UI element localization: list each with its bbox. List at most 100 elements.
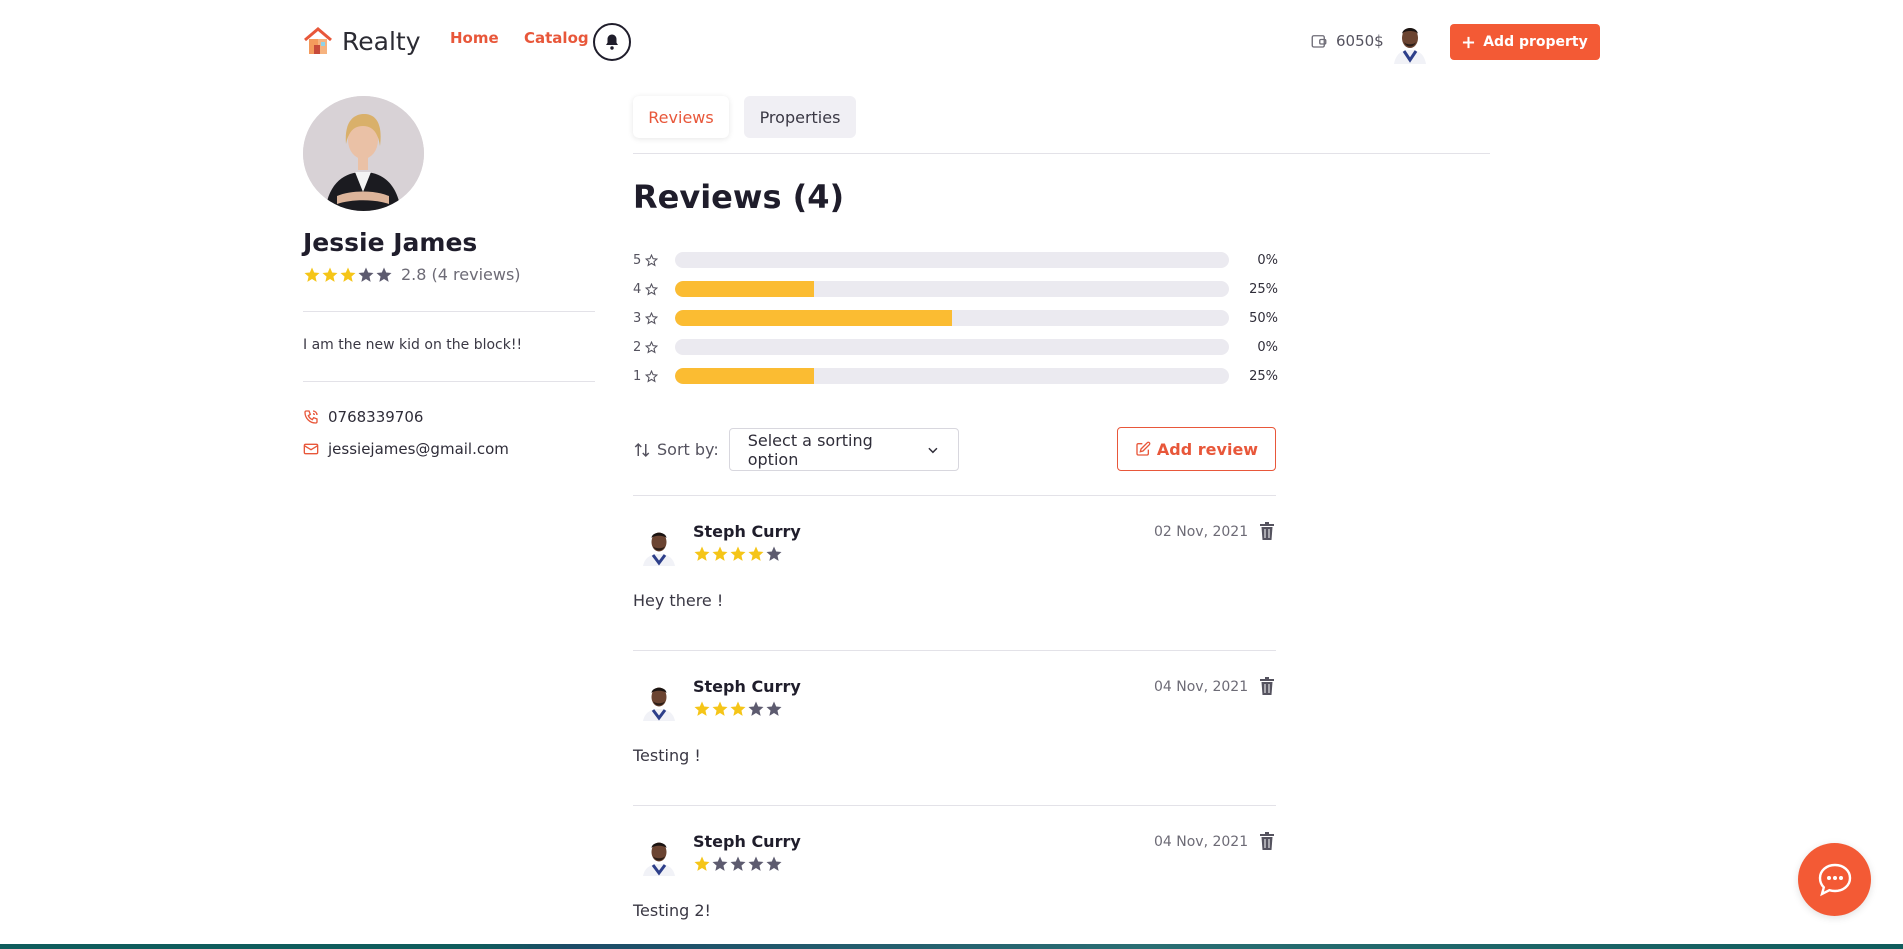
rating-bar-row: 2 0%	[633, 339, 1278, 355]
rating-bar-fill	[675, 310, 952, 326]
rating-bar-track	[675, 281, 1229, 297]
rating-bar-label: 3	[633, 311, 675, 326]
rating-bar-row: 5 0%	[633, 252, 1278, 268]
star-icon	[748, 701, 764, 716]
review-text: Testing 2!	[633, 901, 711, 920]
profile-rating-text: 2.8 (4 reviews)	[401, 265, 521, 284]
nav-home-link[interactable]: Home	[450, 29, 499, 47]
star-icon	[694, 856, 710, 871]
reviewer-avatar	[643, 532, 675, 566]
profile-avatar	[303, 96, 424, 211]
review-stars	[693, 700, 783, 718]
rating-bar-track	[675, 310, 1229, 326]
contact-email[interactable]: jessiejames@gmail.com	[303, 440, 509, 458]
rating-bar-percent: 25%	[1249, 281, 1278, 297]
rating-bar-percent: 0%	[1257, 339, 1278, 355]
rating-bar-track	[675, 368, 1229, 384]
star-icon	[766, 856, 782, 871]
trash-icon[interactable]	[1259, 832, 1275, 850]
review-date: 04 Nov, 2021	[1154, 679, 1249, 695]
mail-icon	[303, 443, 319, 455]
tab-properties[interactable]: Properties	[744, 96, 856, 138]
review-author: Steph Curry	[693, 677, 801, 696]
star-outline-icon	[645, 369, 659, 383]
sort-arrows-icon	[634, 442, 650, 457]
star-icon	[730, 856, 746, 871]
divider	[633, 805, 1276, 806]
rating-bar-label: 2	[633, 340, 675, 355]
star-icon	[766, 546, 782, 561]
star-outline-icon	[645, 340, 659, 354]
rating-bar-fill	[675, 281, 814, 297]
sort-label: Sort by:	[657, 440, 719, 459]
star-icon	[322, 267, 338, 282]
chat-bubble-icon	[1818, 863, 1851, 896]
rating-bar-stars: 3	[633, 310, 642, 326]
review-text: Hey there !	[633, 591, 724, 610]
profile-rating: 2.8 (4 reviews)	[303, 265, 521, 284]
reviewer-avatar	[643, 687, 675, 721]
profile-name: Jessie James	[303, 228, 478, 257]
trash-icon[interactable]	[1259, 522, 1275, 540]
rating-bar-stars: 4	[633, 281, 642, 297]
rating-bar-label: 1	[633, 369, 675, 384]
star-icon	[730, 701, 746, 716]
wallet-amount: 6050$	[1336, 32, 1384, 50]
logo[interactable]: Realty	[302, 25, 421, 57]
rating-bar-track	[675, 339, 1229, 355]
add-property-label: Add property	[1483, 34, 1588, 50]
divider	[303, 311, 595, 312]
house-logo-icon	[304, 27, 332, 54]
star-icon	[712, 546, 728, 561]
star-icon	[376, 267, 392, 282]
sort-select[interactable]: Select a sorting option	[728, 428, 959, 471]
divider	[633, 650, 1276, 651]
user-avatar[interactable]	[1390, 20, 1430, 64]
review-stars	[693, 855, 783, 873]
phone-icon	[304, 410, 318, 424]
contact-phone[interactable]: 0768339706	[303, 408, 423, 426]
reviews-title: Reviews (4)	[633, 178, 845, 216]
star-icon	[358, 267, 374, 282]
star-icon	[712, 701, 728, 716]
wallet-balance: 6050$	[1310, 32, 1384, 50]
reviewer-avatar	[643, 842, 675, 876]
star-icon	[730, 546, 746, 561]
review-date: 04 Nov, 2021	[1154, 834, 1249, 850]
review-text: Testing !	[633, 746, 701, 765]
notifications-button[interactable]	[593, 23, 631, 61]
rating-bar-label: 5	[633, 253, 675, 268]
review-item: Steph Curry 02 Nov, 2021 Hey there !	[633, 502, 1278, 622]
nav-catalog-link[interactable]: Catalog	[524, 29, 589, 47]
rating-bar-track	[675, 252, 1229, 268]
add-property-button[interactable]: Add property	[1450, 24, 1600, 60]
chat-button[interactable]	[1798, 843, 1871, 916]
review-item: Steph Curry 04 Nov, 2021 Testing !	[633, 657, 1278, 777]
add-review-button[interactable]: Add review	[1117, 427, 1276, 471]
review-item: Steph Curry 04 Nov, 2021 Testing 2!	[633, 812, 1278, 932]
star-icon	[694, 546, 710, 561]
rating-bar-row: 3 50%	[633, 310, 1278, 326]
profile-stars	[303, 266, 393, 284]
edit-icon	[1136, 441, 1151, 456]
review-stars	[693, 545, 783, 563]
bell-icon	[606, 34, 618, 50]
wallet-icon	[1311, 35, 1327, 48]
bottom-bar	[0, 944, 1903, 949]
rating-bar-label: 4	[633, 282, 675, 297]
star-outline-icon	[645, 311, 659, 325]
tab-reviews[interactable]: Reviews	[633, 96, 729, 138]
star-icon	[748, 546, 764, 561]
divider	[303, 381, 595, 382]
phone-number: 0768339706	[328, 408, 424, 426]
chevron-down-icon	[928, 447, 938, 453]
rating-bar-fill	[675, 368, 814, 384]
divider	[633, 495, 1276, 496]
trash-icon[interactable]	[1259, 677, 1275, 695]
review-author: Steph Curry	[693, 832, 801, 851]
star-icon	[766, 701, 782, 716]
tabs-divider	[633, 153, 1490, 154]
add-review-label: Add review	[1156, 439, 1259, 459]
rating-bar-percent: 50%	[1249, 310, 1278, 326]
rating-bar-row: 4 25%	[633, 281, 1278, 297]
